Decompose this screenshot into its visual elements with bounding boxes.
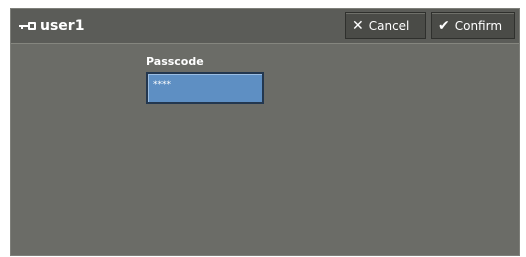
x-icon: ✕ xyxy=(352,17,364,34)
cancel-label: Cancel xyxy=(368,18,410,33)
title-bar: user1 ✕ Cancel ✔ Confirm xyxy=(11,9,519,44)
cancel-button[interactable]: ✕ Cancel xyxy=(345,12,426,39)
user-indicator: user1 xyxy=(19,16,84,36)
user-name: user1 xyxy=(40,18,85,34)
key-icon xyxy=(19,20,37,32)
confirm-button[interactable]: ✔ Confirm xyxy=(431,12,515,39)
checkmark-icon: ✔ xyxy=(438,17,450,34)
passcode-dialog: user1 ✕ Cancel ✔ Confirm Passcode **** xyxy=(10,8,520,256)
confirm-label: Confirm xyxy=(454,18,503,33)
passcode-field[interactable]: **** xyxy=(146,72,264,104)
passcode-label: Passcode xyxy=(146,55,204,68)
